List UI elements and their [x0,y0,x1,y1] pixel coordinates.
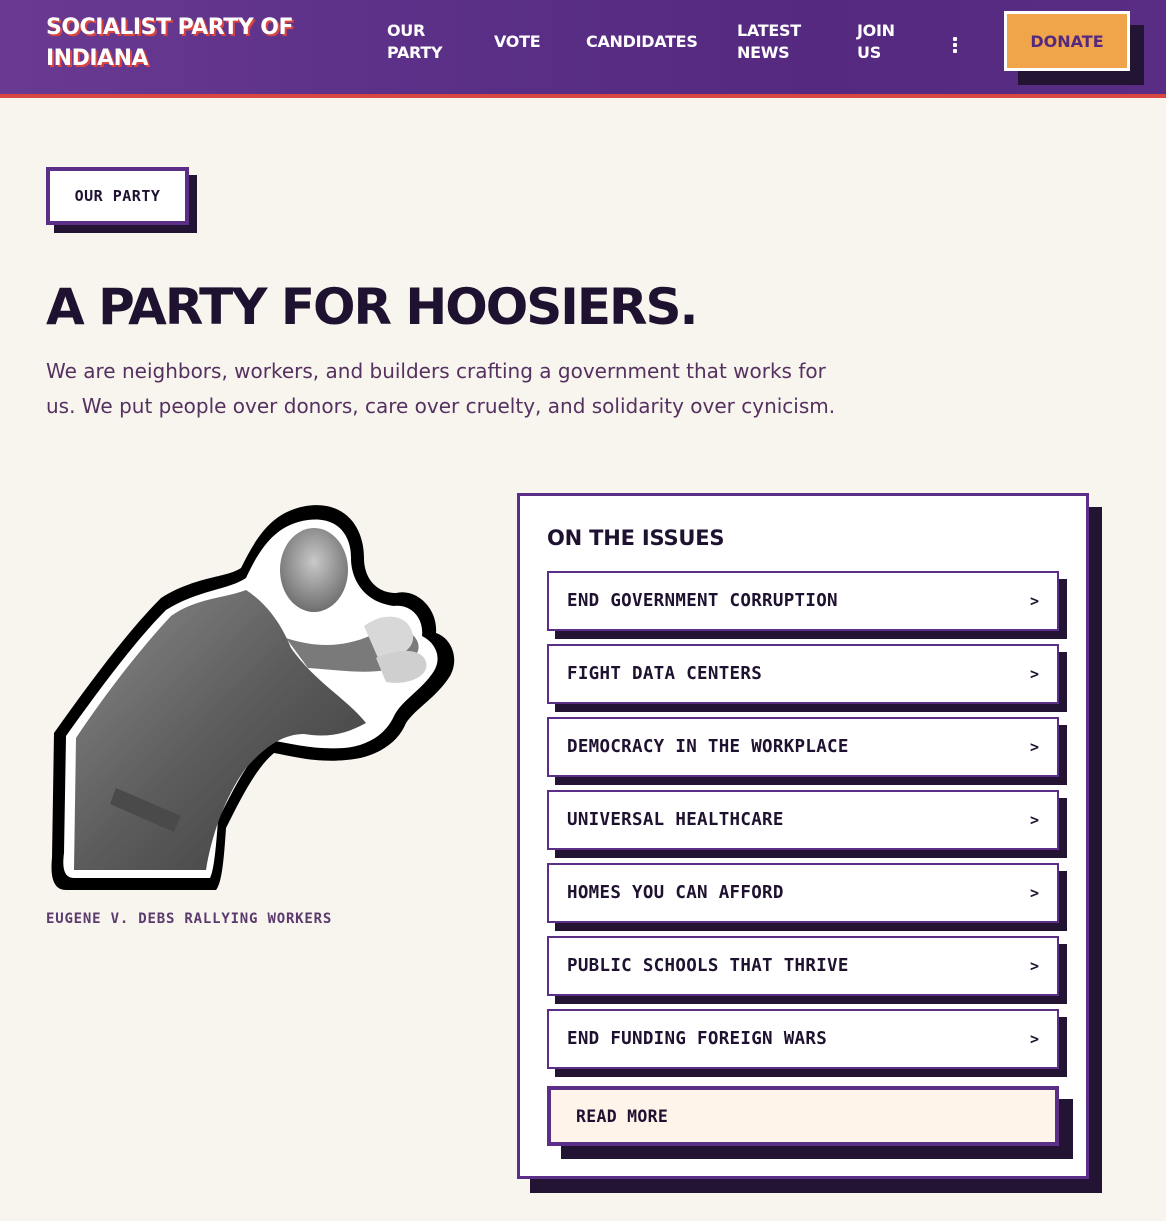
brand-line-2: INDIANA [46,46,149,71]
nav-label: CANDIDATES [586,32,698,51]
read-more-button[interactable]: READ MORE [547,1086,1059,1146]
nav-vote[interactable]: VOTE [494,31,541,53]
issues-title: ON THE ISSUES [547,526,725,550]
issue-link-data-centers[interactable]: FIGHT DATA CENTERS > [547,644,1059,704]
kebab-menu-icon[interactable] [947,33,963,55]
issue-label: PUBLIC SCHOOLS THAT THRIVE [567,956,849,976]
image-caption: EUGENE V. DEBS RALLYING WORKERS [46,911,333,927]
chevron-right-icon: > [1029,592,1039,610]
page-title: A PARTY FOR HOOSIERS. [46,278,699,336]
nav-candidates[interactable]: CANDIDATES [586,31,698,53]
site-header: SOCIALIST PARTY OF INDIANA OUR PARTY VOT… [0,0,1166,98]
intro-paragraph: We are neighbors, workers, and builders … [46,359,836,418]
nav-latest-news[interactable]: LATEST NEWS [737,20,801,64]
nav-label: US [857,43,881,62]
nav-label: NEWS [737,43,790,62]
nav-label: OUR [387,21,426,40]
issue-label: HOMES YOU CAN AFFORD [567,883,784,903]
chevron-right-icon: > [1029,884,1039,902]
debs-cutout-image [51,505,455,890]
issue-link-public-schools[interactable]: PUBLIC SCHOOLS THAT THRIVE > [547,936,1059,996]
nav-join-us[interactable]: JOIN US [857,20,895,64]
site-logo[interactable]: SOCIALIST PARTY OF INDIANA [46,12,316,74]
chevron-right-icon: > [1029,738,1039,756]
chevron-right-icon: > [1029,957,1039,975]
nav-label: JOIN [857,21,895,40]
issue-label: FIGHT DATA CENTERS [567,664,763,684]
chevron-right-icon: > [1029,811,1039,829]
nav-label: LATEST [737,21,801,40]
issue-label: UNIVERSAL HEALTHCARE [567,810,784,830]
chevron-right-icon: > [1029,665,1039,683]
issue-link-healthcare[interactable]: UNIVERSAL HEALTHCARE > [547,790,1059,850]
issue-link-workplace-democracy[interactable]: DEMOCRACY IN THE WORKPLACE > [547,717,1059,777]
brand-line-1: SOCIALIST PARTY OF [46,15,294,40]
issue-label: DEMOCRACY IN THE WORKPLACE [567,737,849,757]
nav-label: PARTY [387,43,443,62]
issue-label: END FUNDING FOREIGN WARS [567,1029,828,1049]
nav-our-party[interactable]: OUR PARTY [387,20,443,64]
debs-illustration [46,498,466,898]
issue-link-foreign-wars[interactable]: END FUNDING FOREIGN WARS > [547,1009,1059,1069]
nav-label: VOTE [494,32,541,51]
chevron-right-icon: > [1029,1030,1039,1048]
issue-label: END GOVERNMENT CORRUPTION [567,591,838,611]
donate-button[interactable]: DONATE [1004,11,1130,71]
issue-link-housing[interactable]: HOMES YOU CAN AFFORD > [547,863,1059,923]
issue-link-corruption[interactable]: END GOVERNMENT CORRUPTION > [547,571,1059,631]
section-tag: OUR PARTY [46,167,189,225]
